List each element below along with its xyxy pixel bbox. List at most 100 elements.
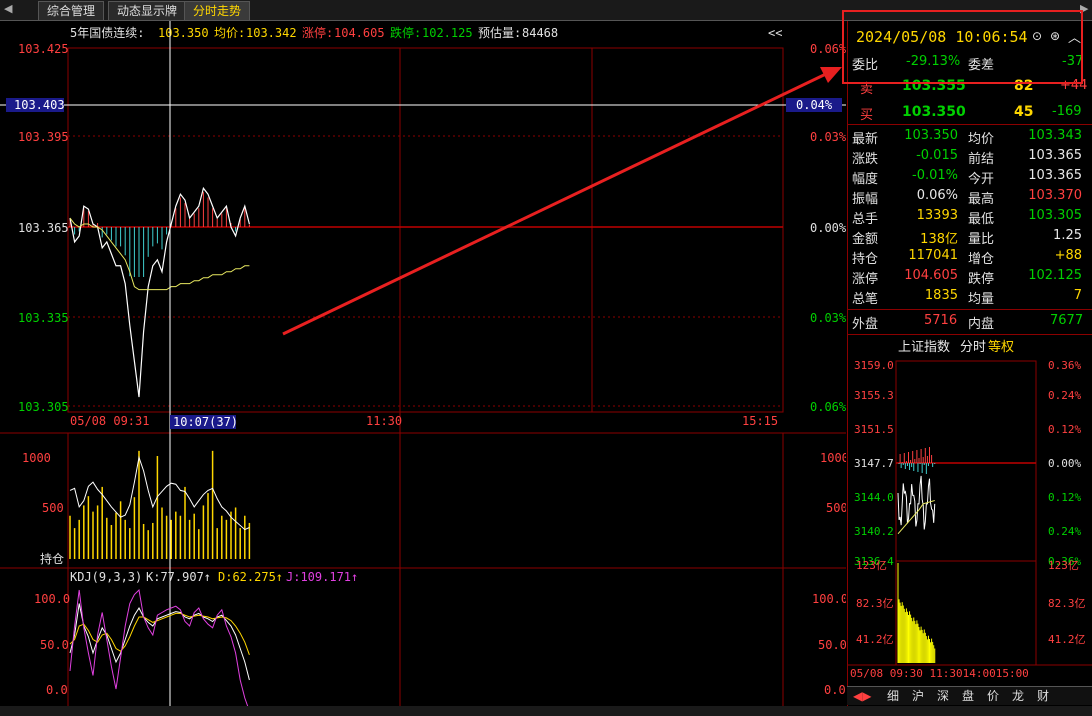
- avg-price-line: [69, 217, 250, 291]
- mini-vol-tick: 123亿: [856, 559, 887, 572]
- stats-row: 涨跌 -0.015 前结 103.365: [848, 147, 1088, 167]
- stats-label: 持仓: [852, 252, 879, 267]
- mini-time-axis: 05/08 09:30 11:3014:0015:00: [850, 667, 1029, 680]
- stats-row: 最新 103.350 均价 103.343: [848, 127, 1088, 147]
- stats-row: 总笔 1835 均量 7: [848, 287, 1088, 307]
- stats-row: 振幅 0.06% 最高 103.370: [848, 187, 1088, 207]
- stats-label: 振幅: [852, 192, 879, 207]
- mini-pct-tick: 0.36%: [1048, 359, 1081, 372]
- stats-value: 0.06%: [916, 188, 958, 203]
- tab-intraday[interactable]: 分时走势: [184, 1, 251, 20]
- time-tick-mid: 11:30: [366, 414, 402, 428]
- stats-label: 最高: [968, 192, 995, 207]
- kdj-tick-right-100: 100.0: [812, 592, 846, 606]
- stats-value: 103.305: [1028, 208, 1082, 223]
- tab-dynamic-board[interactable]: 动态显示牌: [108, 1, 187, 20]
- estimate-label: 预估量:: [478, 26, 521, 40]
- bid-row: 买 103.350 45 -169: [848, 103, 1088, 123]
- pct-tick: 0.06%: [810, 400, 846, 414]
- kdj-tick-left-0: 0.0: [46, 683, 68, 697]
- mini-price-tick: 3151.5: [854, 423, 894, 436]
- price-tick: 103.305: [18, 400, 69, 414]
- limit-up-value: 104.605: [334, 26, 385, 40]
- mini-index-title[interactable]: 上证指数: [898, 336, 950, 355]
- bottom-tab[interactable]: 深: [935, 688, 951, 704]
- tab-overview[interactable]: 综合管理: [38, 1, 105, 20]
- vol-tick-left-500: 500: [42, 501, 64, 515]
- stats-value: 1835: [924, 288, 958, 303]
- mini-price-tick: 3144.0: [854, 491, 894, 504]
- stats-value: 103.343: [1028, 128, 1082, 143]
- last-price-text: 103.350: [158, 26, 209, 40]
- avg-value: 103.342: [246, 26, 297, 40]
- kdj-tick-left-100: 100.0: [34, 592, 70, 606]
- mini-vol-tick: 123亿: [1048, 559, 1079, 572]
- stats-label: 总手: [852, 212, 879, 227]
- avg-label: 均价:: [214, 26, 245, 40]
- outer-inner-row: 外盘 5716 内盘 7677: [848, 312, 1088, 332]
- highlight-box: [842, 10, 1083, 84]
- kdj-d-value: D:62.275↑: [218, 570, 283, 584]
- vol-tick-left-1000: 1000: [22, 451, 51, 465]
- pct-tick: 0.00%: [810, 221, 846, 235]
- mini-pct-tick: 0.00%: [1048, 457, 1081, 470]
- stats-row: 金额 138亿 量比 1.25: [848, 227, 1088, 247]
- open-interest-label: 持仓: [40, 551, 64, 566]
- outer-label: 外盘: [852, 317, 879, 332]
- bottom-tab[interactable]: 盘: [960, 688, 976, 704]
- time-tick-end: 15:15: [742, 414, 778, 428]
- price-tick: 103.365: [18, 221, 69, 235]
- mini-tab-equal-weight[interactable]: 等权: [988, 336, 1014, 355]
- kdj-j-line: [69, 588, 250, 712]
- bid-price: 103.350: [902, 104, 966, 120]
- bottom-tab[interactable]: 细: [885, 688, 901, 704]
- stats-value: 103.370: [1028, 188, 1082, 203]
- stats-label: 涨跌: [852, 152, 879, 167]
- stats-label: 金额: [852, 232, 879, 247]
- kdj-tick-right-50: 50.0: [818, 638, 846, 652]
- instrument-title: 5年国债连续:: [70, 25, 144, 40]
- kdj-k-value: K:77.907↑: [146, 570, 211, 584]
- stats-label: 总笔: [852, 292, 879, 307]
- stats-value: 13393: [916, 208, 958, 223]
- stats-row: 总手 13393 最低 103.305: [848, 207, 1088, 227]
- status-bar: [0, 706, 1092, 716]
- stats-value: 1.25: [1053, 228, 1082, 243]
- kdj-j-value: J:109.171↑: [286, 570, 358, 584]
- stats-value: 103.365: [1028, 168, 1082, 183]
- stats-label: 前结: [968, 152, 995, 167]
- stats-value: 103.350: [904, 128, 958, 143]
- stats-value: 117041: [908, 248, 958, 263]
- mini-pct-tick: 0.24%: [1048, 525, 1081, 538]
- intraday-chart[interactable]: 5年国债连续: 103.350 均价: 103.342 涨停: 104.605 …: [0, 21, 846, 716]
- collapse-button[interactable]: <<: [768, 26, 782, 40]
- mini-price-line: [897, 475, 936, 530]
- scroll-left-icon[interactable]: ◀: [4, 2, 12, 15]
- price-tick: 103.425: [18, 42, 69, 56]
- mini-tab-intraday[interactable]: 分时: [960, 336, 986, 355]
- bottom-tab[interactable]: 沪: [910, 688, 926, 704]
- stats-label: 幅度: [852, 172, 879, 187]
- mini-pct-tick: 0.24%: [1048, 389, 1081, 402]
- stats-label: 均价: [968, 132, 995, 147]
- bid-qty: 45: [1014, 104, 1034, 120]
- mini-vol-tick: 82.3亿: [856, 597, 894, 610]
- stats-row: 幅度 -0.01% 今开 103.365: [848, 167, 1088, 187]
- mini-avg-line: [897, 500, 935, 535]
- time-tick-start: 05/08 09:31: [70, 414, 149, 428]
- price-line: [69, 186, 250, 398]
- bottom-tab[interactable]: 财: [1035, 688, 1051, 704]
- stats-label: 跌停: [968, 272, 995, 287]
- stats-row: 涨停 104.605 跌停 102.125: [848, 267, 1088, 287]
- kdj-title: KDJ(9,3,3): [70, 570, 142, 584]
- prev-arrow-icon[interactable]: ◀▶: [851, 688, 873, 704]
- bottom-tab[interactable]: 价: [985, 688, 1001, 704]
- mini-index-chart[interactable]: 3159.03155.33151.53147.73144.03140.23136…: [848, 355, 1092, 685]
- divider: [848, 124, 1092, 125]
- bottom-tab[interactable]: 龙: [1010, 688, 1026, 704]
- outer-value: 5716: [924, 313, 958, 328]
- inner-value: 7677: [1050, 313, 1084, 328]
- mini-price-tick: 3155.3: [854, 389, 894, 402]
- stats-label: 今开: [968, 172, 995, 187]
- limit-up-label: 涨停:: [302, 25, 333, 40]
